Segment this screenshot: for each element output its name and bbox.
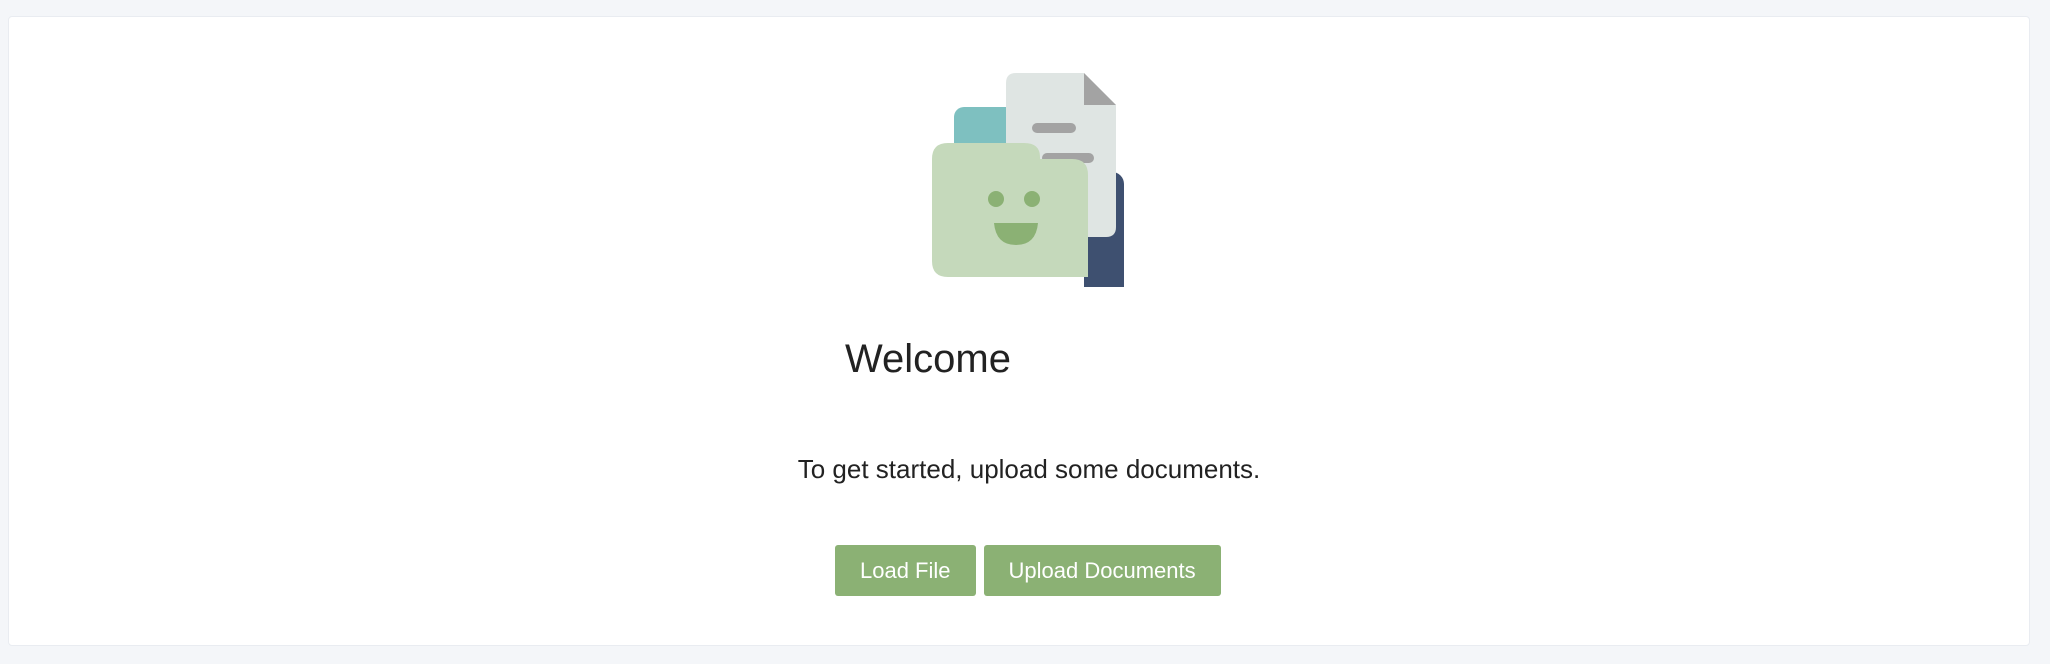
front-folder-shape — [932, 143, 1088, 277]
smiling-folder-with-documents-icon — [924, 67, 1144, 325]
welcome-subtitle: To get started, upload some documents. — [797, 454, 1261, 484]
paper-corner-shape — [1084, 73, 1116, 105]
welcome-panel: Welcome To get started, upload some docu… — [8, 16, 2030, 646]
load-file-button[interactable]: Load File — [835, 545, 976, 596]
folder-left-eye — [988, 191, 1004, 207]
upload-documents-button[interactable]: Upload Documents — [983, 545, 1221, 596]
action-buttons: Load File Upload Documents — [835, 545, 1221, 596]
paper-line-1 — [1032, 123, 1076, 133]
folder-right-eye — [1024, 191, 1040, 207]
page-title: Welcome — [845, 337, 1011, 381]
